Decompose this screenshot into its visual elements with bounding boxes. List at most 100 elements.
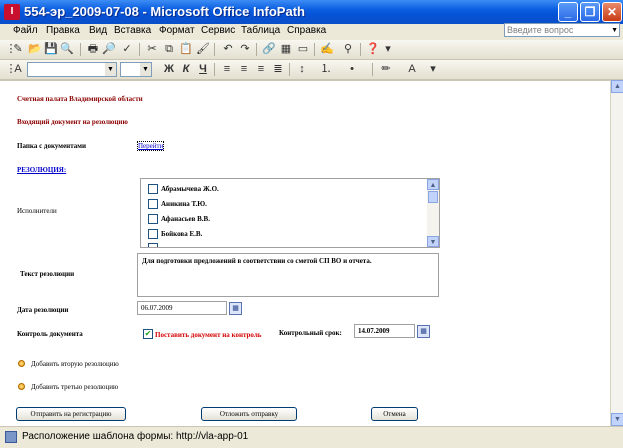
line-spacing-icon[interactable]: ↕ xyxy=(295,63,309,76)
executors-list[interactable]: Абрамычева Ж.О. Аникина Т.Ю. Афанасьев В… xyxy=(140,178,440,248)
executor-checkbox[interactable] xyxy=(148,184,158,194)
chevron-down-icon[interactable]: ▼ xyxy=(611,25,618,37)
control-label: Контроль документа xyxy=(17,330,83,338)
menu-tools[interactable]: Сервис xyxy=(201,25,235,36)
window-title: 554-эр_2009-07-08 - Microsoft Office Inf… xyxy=(24,4,305,19)
help-search-input[interactable]: Введите вопрос ▼ xyxy=(504,23,620,37)
align-right-icon[interactable]: ≡ xyxy=(254,63,268,76)
picture-icon[interactable]: ▭ xyxy=(296,43,310,56)
print-preview-icon[interactable]: 🔎 xyxy=(102,43,116,56)
send-registration-button[interactable]: Отправить на регистрацию xyxy=(16,407,126,421)
infopath-app-icon[interactable]: I xyxy=(4,4,20,20)
maximize-button[interactable]: ❐ xyxy=(580,2,600,22)
resolution-heading: РЕЗОЛЮЦИЯ: xyxy=(17,166,67,174)
toolbar-separator xyxy=(80,43,81,56)
toolbar-separator xyxy=(256,43,257,56)
save-icon[interactable]: 💾 xyxy=(44,43,58,56)
executors-scrollbar[interactable]: ▲ ▼ xyxy=(427,179,439,247)
chevron-down-icon[interactable]: ▼ xyxy=(140,63,151,76)
print-icon[interactable]: 🖶 xyxy=(86,43,100,56)
postpone-button[interactable]: Отложить отправку xyxy=(201,407,297,421)
font-size-select[interactable]: ▼ xyxy=(120,62,152,77)
toolbar-options-icon[interactable]: ▾ xyxy=(426,63,440,76)
control-checkbox[interactable]: ✔ xyxy=(143,329,153,339)
highlight-icon[interactable]: ✏ xyxy=(379,63,393,76)
scroll-down-icon[interactable]: ▼ xyxy=(611,413,623,426)
toolbar-options-icon[interactable]: ▾ xyxy=(381,43,395,56)
toolbar-separator xyxy=(214,63,215,76)
font-name-select[interactable]: ▼ xyxy=(27,62,117,77)
spelling-icon[interactable]: ✓ xyxy=(120,43,134,56)
research-icon[interactable]: ⚲ xyxy=(341,43,355,56)
help-icon[interactable]: ❓ xyxy=(366,43,380,56)
menu-help[interactable]: Справка xyxy=(287,25,326,36)
folder-label: Папка с документами xyxy=(17,142,87,150)
scroll-thumb[interactable] xyxy=(428,191,438,203)
calendar-icon[interactable]: ▦ xyxy=(229,302,242,315)
toolbar-separator xyxy=(289,63,290,76)
preview-icon[interactable]: 🔍 xyxy=(60,43,74,56)
menu-edit[interactable]: Правка xyxy=(46,25,80,36)
executor-name: Бойкова Е.В. xyxy=(161,230,203,238)
minimize-button[interactable]: _ xyxy=(558,2,578,22)
date-label: Дата резолюции xyxy=(17,306,69,314)
menu-format[interactable]: Формат xyxy=(159,25,195,36)
add-section-icon[interactable] xyxy=(18,360,25,367)
status-bar: Расположение шаблона формы: http://vla-a… xyxy=(0,426,623,448)
executor-checkbox[interactable] xyxy=(148,199,158,209)
folder-link[interactable]: Перейти xyxy=(137,141,165,151)
scroll-down-icon[interactable]: ▼ xyxy=(427,236,439,247)
align-center-icon[interactable]: ≡ xyxy=(237,63,251,76)
menu-view[interactable]: Вид xyxy=(89,25,107,36)
org-title: Счетная палата Владимирской области xyxy=(17,95,143,103)
undo-icon[interactable]: ↶ xyxy=(221,43,235,56)
bullets-icon[interactable]: • xyxy=(345,63,359,76)
add-second-resolution[interactable]: Добавить вторую резолюцию xyxy=(31,360,119,368)
resolution-text-field[interactable]: Для подготовки предложений в соответстви… xyxy=(137,253,439,297)
title-bar: I 554-эр_2009-07-08 - Microsoft Office I… xyxy=(0,0,623,25)
toolbar-separator xyxy=(214,43,215,56)
design-icon[interactable]: ✎ xyxy=(11,43,25,56)
help-search-placeholder: Введите вопрос xyxy=(507,25,574,35)
copy-icon[interactable]: ⧉ xyxy=(162,43,176,56)
open-icon[interactable]: 📂 xyxy=(28,43,42,56)
add-third-resolution[interactable]: Добавить третью резолюцию xyxy=(31,383,118,391)
bold-button[interactable]: Ж xyxy=(162,63,176,76)
font-color-icon[interactable]: A xyxy=(405,63,419,76)
menu-table[interactable]: Таблица xyxy=(241,25,280,36)
scroll-up-icon[interactable]: ▲ xyxy=(611,80,623,93)
table-icon[interactable]: ▦ xyxy=(279,43,293,56)
form-scrollbar[interactable]: ▲ ▼ xyxy=(610,80,623,426)
cut-icon[interactable]: ✂ xyxy=(145,43,159,56)
digital-signature-icon[interactable]: ✍ xyxy=(320,43,334,56)
deadline-field[interactable]: 14.07.2009 xyxy=(354,324,415,338)
standard-toolbar: ⋮ ✎ 📂 💾 🔍 🖶 🔎 ✓ ✂ ⧉ 📋 🖌 ↶ ↷ 🔗 ▦ ▭ ✍ ⚲ ❓ … xyxy=(0,40,623,60)
date-field[interactable]: 06.07.2009 xyxy=(137,301,227,315)
executor-checkbox[interactable] xyxy=(148,243,158,247)
calendar-icon[interactable]: ▦ xyxy=(417,325,430,338)
hyperlink-icon[interactable]: 🔗 xyxy=(262,43,276,56)
add-section-icon[interactable] xyxy=(18,383,25,390)
cancel-button[interactable]: Отмена xyxy=(371,407,418,421)
justify-icon[interactable]: ≣ xyxy=(271,63,285,76)
redo-icon[interactable]: ↷ xyxy=(238,43,252,56)
italic-button[interactable]: К xyxy=(179,63,193,76)
resolution-text-label: Текст резолюции xyxy=(20,270,75,278)
paste-icon[interactable]: 📋 xyxy=(179,43,193,56)
scroll-up-icon[interactable]: ▲ xyxy=(427,179,439,190)
menu-file[interactable]: Файл xyxy=(13,25,38,36)
close-button[interactable]: ✕ xyxy=(602,2,622,22)
chevron-down-icon[interactable]: ▼ xyxy=(105,63,116,76)
menu-insert[interactable]: Вставка xyxy=(114,25,151,36)
template-icon xyxy=(5,431,17,443)
executor-checkbox[interactable] xyxy=(148,214,158,224)
deadline-label: Контрольный срок: xyxy=(279,329,342,337)
align-left-icon[interactable]: ≡ xyxy=(220,63,234,76)
styles-icon[interactable]: A xyxy=(11,63,25,76)
formatting-toolbar: ⋮ A ▼ ▼ Ж К Ч ≡ ≡ ≡ ≣ ↕ ⒈ • ✏ A ▾ xyxy=(0,60,623,80)
toolbar-separator xyxy=(139,43,140,56)
format-painter-icon[interactable]: 🖌 xyxy=(196,43,210,56)
underline-button[interactable]: Ч xyxy=(196,63,210,76)
numbering-icon[interactable]: ⒈ xyxy=(319,63,333,76)
executor-checkbox[interactable] xyxy=(148,229,158,239)
